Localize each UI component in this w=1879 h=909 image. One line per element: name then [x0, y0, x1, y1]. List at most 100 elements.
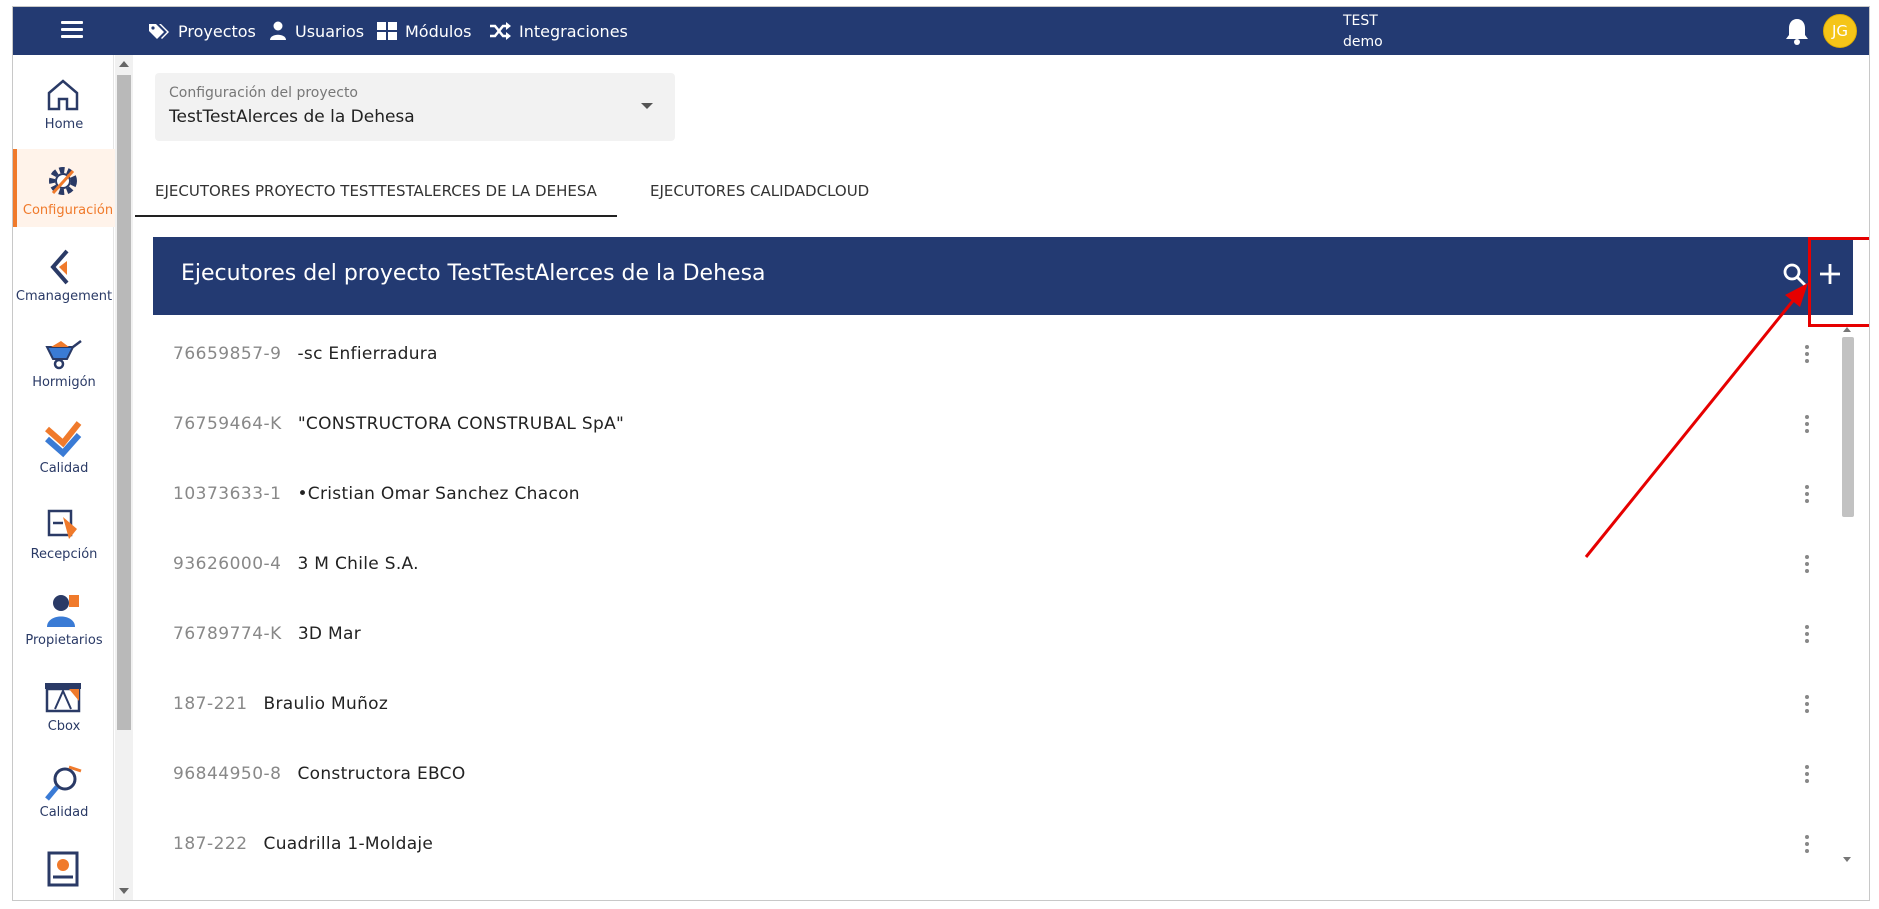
list-item[interactable]: 187-221 Braulio Muñoz [153, 669, 1833, 739]
search-icon[interactable] [1783, 263, 1807, 287]
hamburger-menu-icon[interactable] [61, 21, 83, 39]
scroll-thumb[interactable] [1842, 337, 1854, 517]
sidebar-item-propietarios[interactable]: Propietarios [13, 579, 113, 657]
list-item[interactable]: 10373633-1 •Cristian Omar Sanchez Chacon [153, 459, 1833, 529]
item-rut: 93626000-4 [173, 554, 282, 574]
nav-label: Proyectos [178, 21, 256, 41]
item-name: Constructora EBCO [297, 764, 466, 784]
panel-title: Ejecutores del proyecto TestTestAlerces … [181, 261, 766, 286]
more-vert-icon[interactable] [1805, 485, 1811, 506]
more-vert-icon[interactable] [1805, 765, 1811, 786]
chevron-down-icon [641, 103, 653, 109]
list-scrollbar[interactable] [1839, 327, 1855, 862]
nav-label: Usuarios [295, 21, 365, 41]
cbox-icon [45, 683, 81, 713]
sidebar-item-recepcion[interactable]: Recepción [13, 493, 113, 571]
project-select-caption: Configuración del proyecto [169, 85, 358, 101]
sidebar-item-label: Hormigón [32, 375, 96, 390]
grid-icon [377, 22, 397, 40]
more-vert-icon[interactable] [1805, 695, 1811, 716]
sidebar-item-label: Calidad [39, 805, 89, 820]
tab-label: EJECUTORES PROYECTO TESTTESTALERCES DE L… [155, 182, 597, 200]
item-rut: 10373633-1 [173, 484, 282, 504]
nav-label: Integraciones [519, 21, 628, 41]
nav-proyectos[interactable]: Proyectos [148, 7, 256, 55]
item-name: 3D Mar [297, 624, 361, 644]
sidebar: Home Configuración Cmanagement Hormigón … [13, 55, 117, 900]
item-rut: 76659857-9 [173, 344, 282, 364]
sidebar-item-presupuesto[interactable] [13, 837, 113, 900]
annotation-highlight-box [1808, 237, 1869, 327]
scroll-down-icon[interactable] [119, 888, 129, 894]
tab-ejecutores-proyecto[interactable]: EJECUTORES PROYECTO TESTTESTALERCES DE L… [135, 167, 617, 217]
item-name: "CONSTRUCTORA CONSTRUBAL SpA" [297, 414, 625, 434]
nav-integraciones[interactable]: Integraciones [489, 7, 628, 55]
item-name: -sc Enfierradura [297, 344, 438, 364]
more-vert-icon[interactable] [1805, 625, 1811, 646]
more-vert-icon[interactable] [1805, 345, 1811, 366]
nav-label: Módulos [405, 21, 472, 41]
sidebar-item-cmanagement[interactable]: Cmanagement [13, 235, 113, 313]
sidebar-item-cbox[interactable]: Cbox [13, 665, 113, 743]
top-navbar: Proyectos Usuarios Módulos Integraciones… [13, 7, 1869, 55]
sidebar-item-label: Cmanagement [15, 289, 113, 304]
environment-label: TEST demo [1343, 11, 1383, 53]
item-name: Cuadrilla 1-Moldaje [263, 834, 434, 854]
home-icon [47, 79, 79, 111]
list-item[interactable]: 76759464-K "CONSTRUCTORA CONSTRUBAL SpA" [153, 389, 1833, 459]
item-rut: 187-221 [173, 694, 248, 714]
item-rut: 96844950-8 [173, 764, 282, 784]
project-select[interactable]: Configuración del proyecto TestTestAlerc… [155, 73, 675, 141]
panel-header: Ejecutores del proyecto TestTestAlerces … [153, 237, 1853, 315]
list-item[interactable]: 93626000-4 3 M Chile S.A. [153, 529, 1833, 599]
wheelbarrow-icon [45, 340, 82, 370]
nav-modulos[interactable]: Módulos [377, 7, 471, 55]
sidebar-item-hormigon[interactable]: Hormigón [13, 321, 113, 399]
gear-icon [49, 167, 77, 195]
sidebar-item-label: Calidad [39, 461, 89, 476]
ejecutores-list: 76659857-9 -sc Enfierradura 76759464-K "… [153, 319, 1833, 900]
item-rut: 187-222 [173, 834, 248, 854]
scroll-up-icon[interactable] [119, 61, 129, 67]
sidebar-item-label: Propietarios [25, 633, 103, 648]
project-select-value: TestTestAlerces de la Dehesa [169, 107, 415, 127]
budget-icon [47, 851, 79, 887]
cmanagement-icon [50, 249, 69, 285]
tab-label: EJECUTORES CALIDADCLOUD [650, 182, 870, 200]
scroll-thumb[interactable] [117, 75, 131, 730]
more-vert-icon[interactable] [1805, 555, 1811, 576]
item-rut: 76759464-K [173, 414, 282, 434]
env-name: TEST [1343, 13, 1378, 29]
list-item[interactable]: 96844950-8 Constructora EBCO [153, 739, 1833, 809]
sidebar-item-calidad[interactable]: Calidad [13, 407, 113, 485]
item-name: Braulio Muñoz [263, 694, 389, 714]
magnifier-icon [45, 765, 82, 801]
sidebar-item-label: Home [44, 117, 84, 132]
sidebar-scrollbar[interactable] [115, 55, 133, 900]
scroll-down-icon[interactable] [1843, 857, 1851, 862]
avatar[interactable]: JG [1823, 14, 1857, 48]
reception-icon [47, 509, 77, 539]
sidebar-item-configuracion[interactable]: Configuración [13, 149, 117, 227]
sidebar-item-label: Cbox [47, 719, 81, 734]
list-item[interactable]: 76789774-K 3D Mar [153, 599, 1833, 669]
env-user: demo [1343, 34, 1383, 50]
owner-icon [47, 595, 79, 627]
list-item[interactable]: 76659857-9 -sc Enfierradura [153, 319, 1833, 389]
item-rut: 76789774-K [173, 624, 282, 644]
sidebar-item-calidad-2[interactable]: Calidad [13, 751, 113, 829]
tab-ejecutores-calidadcloud[interactable]: EJECUTORES CALIDADCLOUD [650, 167, 869, 215]
bell-icon[interactable] [1784, 17, 1810, 45]
user-icon [270, 21, 286, 40]
item-name: •Cristian Omar Sanchez Chacon [297, 484, 580, 504]
scroll-up-icon[interactable] [1843, 327, 1851, 332]
sidebar-item-label: Recepción [30, 547, 98, 562]
nav-usuarios[interactable]: Usuarios [269, 7, 364, 55]
sidebar-item-home[interactable]: Home [13, 63, 113, 141]
list-item[interactable]: 187-222 Cuadrilla 1-Moldaje [153, 809, 1833, 879]
app-window: Proyectos Usuarios Módulos Integraciones… [12, 6, 1870, 901]
more-vert-icon[interactable] [1805, 835, 1811, 856]
more-vert-icon[interactable] [1805, 415, 1811, 436]
sidebar-item-label: Configuración [22, 203, 114, 218]
shuffle-icon [490, 22, 511, 40]
